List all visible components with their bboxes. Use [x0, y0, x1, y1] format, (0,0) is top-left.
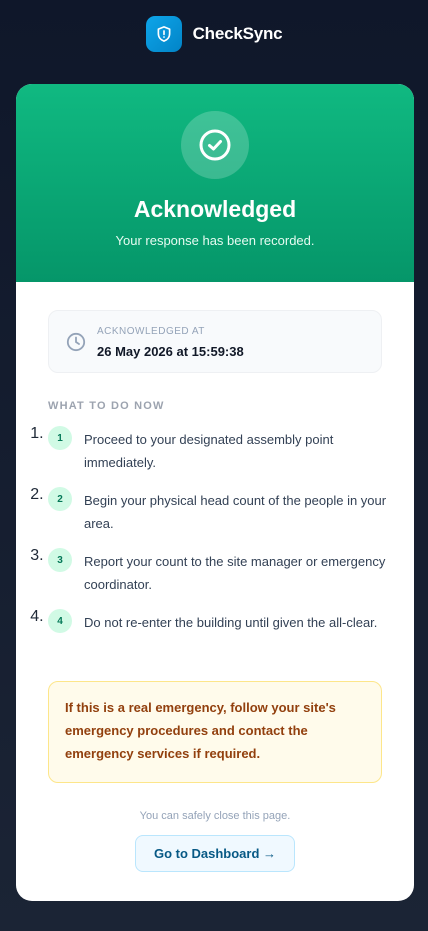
step-item: 3 Report your count to the site manager … — [48, 547, 388, 608]
shield-alert-icon — [145, 16, 182, 52]
brand-header: CheckSync — [0, 16, 428, 52]
go-to-dashboard-button[interactable]: Go to Dashboard → — [135, 835, 295, 872]
step-text: Begin your physical head count of the pe… — [84, 493, 387, 531]
hero-title: Acknowledged — [133, 196, 297, 222]
step-text: Report your count to the site manager or… — [84, 554, 386, 592]
step-number-badge: 3 — [48, 548, 72, 572]
emergency-warning: If this is a real emergency, follow your… — [48, 681, 382, 783]
check-circle-icon — [181, 111, 249, 179]
acknowledged-label: ACKNOWLEDGED AT — [97, 326, 205, 337]
step-number-badge: 2 — [48, 487, 72, 511]
instruction-steps: 1 Proceed to your designated assembly po… — [48, 425, 388, 669]
step-number-badge: 4 — [48, 609, 72, 633]
step-item: 4 Do not re-enter the building until giv… — [48, 608, 388, 669]
step-text: Proceed to your designated assembly poin… — [84, 432, 334, 470]
hero-banner: Acknowledged Your response has been reco… — [16, 84, 414, 282]
step-item: 1 Proceed to your designated assembly po… — [48, 425, 388, 486]
confirmation-card: Acknowledged Your response has been reco… — [16, 84, 414, 901]
acknowledged-value: 26 May 2026 at 15:59:38 — [97, 344, 244, 359]
clock-icon — [66, 332, 86, 352]
close-page-note: You can safely close this page. — [139, 810, 291, 822]
step-item: 2 Begin your physical head count of the … — [48, 486, 388, 547]
acknowledged-timestamp-box: ACKNOWLEDGED AT 26 May 2026 at 15:59:38 — [48, 310, 382, 373]
step-number-badge: 1 — [48, 426, 72, 450]
section-title: WHAT TO DO NOW — [48, 400, 165, 412]
step-text: Do not re-enter the building until given… — [84, 615, 378, 630]
hero-subtitle: Your response has been recorded. — [115, 233, 315, 248]
brand-name: CheckSync — [192, 24, 283, 43]
